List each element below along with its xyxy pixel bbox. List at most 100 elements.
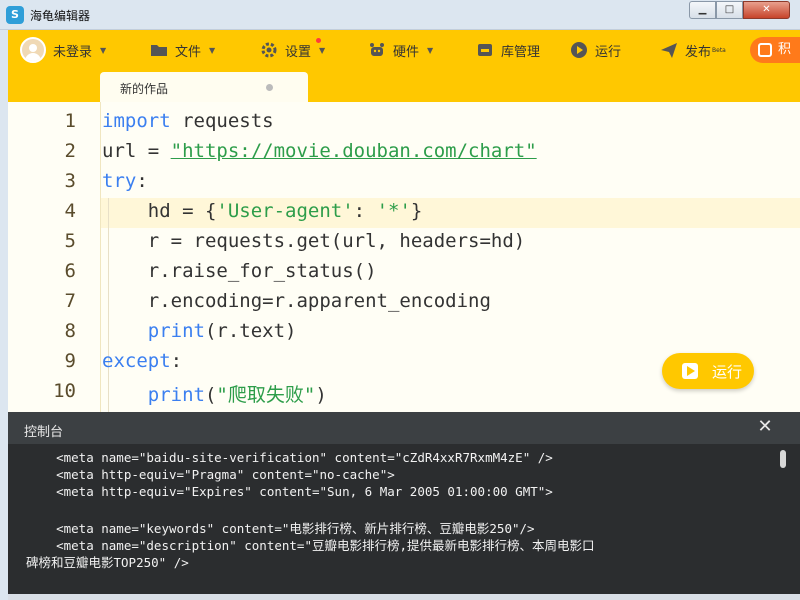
settings-menu[interactable]: 设置 ▼ [260,30,325,70]
code-line: url = "https://movie.douban.com/chart" [102,140,537,162]
code-token: (r.text) [204,320,297,342]
code-token: '*' [376,200,411,222]
maximize-button[interactable]: □ [716,1,743,19]
code-token: "https://movie.douban.com/chart" [170,140,537,162]
code-line: print("爬取失败") [102,380,327,407]
console-line: <meta http-equiv="Pragma" content="no-ca… [26,467,395,482]
main-toolbar: 未登录 ▼ 文件 ▼ 设置 ▼ 硬件 ▼ 库管理 运行 发布 Beta 积 [8,30,800,70]
line-number: 1 [64,110,76,132]
line-number: 9 [64,350,76,372]
gutter-divider [100,102,101,412]
run-button-label: 运行 [712,362,743,381]
gear-icon [260,41,278,59]
library-manager-label: 库管理 [501,44,541,60]
paper-plane-icon [660,41,678,59]
chevron-down-icon: ▼ [209,45,216,55]
console-output[interactable]: <meta name="baidu-site-verification" con… [8,444,800,600]
line-number-gutter: 1 2 3 4 5 6 7 8 9 10 [8,102,100,412]
code-token: hd = { [102,200,217,222]
code-line: print(r.text) [102,320,297,342]
folder-icon [150,41,168,59]
briefcase-icon [758,43,772,57]
user-label: 未登录 [53,44,93,60]
line-number: 6 [64,260,76,282]
code-token: except [102,350,171,372]
console-line: <meta http-equiv="Expires" content="Sun,… [26,484,553,499]
code-token: "爬取失败" [216,384,316,406]
console-title: 控制台 [24,425,64,440]
file-menu[interactable]: 文件 ▼ [150,30,215,70]
publish-label: 发布 [685,44,712,60]
line-number: 5 [64,230,76,252]
code-token: r.encoding=r.apparent_encoding [102,290,491,312]
code-token: url = [102,140,171,162]
code-token: } [410,200,423,222]
robot-icon [368,41,386,59]
code-token: 'User-agent' [216,200,354,222]
publish-button[interactable]: 发布 Beta [660,30,726,70]
line-number: 2 [64,140,76,162]
console-line: 碑榜和豆瓣电影TOP250" /> [26,555,189,570]
inbox-icon [476,41,494,59]
code-line: try: [102,170,148,192]
extra-toolbar-label: 积 [778,42,792,57]
window-frame-left [0,30,8,600]
user-menu[interactable]: 未登录 ▼ [20,30,106,70]
play-icon [570,41,588,59]
code-line: except: [102,350,182,372]
run-button[interactable]: 运行 [662,353,754,389]
settings-menu-label: 设置 [285,44,312,60]
line-number: 8 [64,320,76,342]
chevron-down-icon: ▼ [100,45,107,55]
close-icon[interactable]: ✕ [754,416,776,438]
code-token: : [353,200,377,222]
beta-badge: Beta [712,46,726,54]
notification-dot [316,38,321,43]
window-bottom-edge [8,594,800,600]
code-token: print [147,384,205,406]
window-titlebar: S 海龟编辑器 ▁ □ ✕ [0,0,800,30]
console-line: <meta name="baidu-site-verification" con… [26,450,553,465]
line-number: 3 [64,170,76,192]
code-token: print [147,320,205,342]
library-manager-button[interactable]: 库管理 [476,30,540,70]
chevron-down-icon: ▼ [427,45,434,55]
hardware-menu-label: 硬件 [393,44,420,60]
line-number: 4 [64,200,76,222]
app-logo-icon: S [6,6,24,24]
code-line: r.encoding=r.apparent_encoding [102,290,491,312]
code-token: ) [315,384,327,406]
code-token: try [102,170,137,192]
run-toolbar-label: 运行 [595,44,622,60]
minimize-button[interactable]: ▁ [689,1,716,19]
code-token: requests [170,110,274,132]
window-title: 海龟编辑器 [30,9,91,23]
hardware-menu[interactable]: 硬件 ▼ [368,30,433,70]
unsaved-dot-icon[interactable] [266,84,273,91]
tab-bar: 新的作品 [8,70,800,102]
code-token: import [102,110,171,132]
tab-new-work[interactable]: 新的作品 [100,72,308,102]
code-token: : [136,170,148,192]
code-line: hd = {'User-agent': '*'} [102,200,423,222]
code-line: import requests [102,110,274,132]
line-number: 7 [64,290,76,312]
line-number: 10 [53,380,76,402]
tab-label: 新的作品 [120,82,169,96]
play-icon [682,363,698,379]
extra-toolbar-button[interactable]: 积 [750,37,800,63]
console-scrollbar[interactable] [780,450,786,468]
code-token: : [170,350,183,372]
close-window-button[interactable]: ✕ [743,1,790,19]
chevron-down-icon: ▼ [319,45,326,55]
avatar [20,37,46,63]
code-token: r.raise_for_status() [102,260,377,282]
code-line: r.raise_for_status() [102,260,377,282]
code-token: r = requests.get(url, headers=hd) [102,230,526,252]
code-line: r = requests.get(url, headers=hd) [102,230,526,252]
run-toolbar-button[interactable]: 运行 [570,30,621,70]
file-menu-label: 文件 [175,44,202,60]
console-header: 控制台 ✕ [8,412,800,444]
